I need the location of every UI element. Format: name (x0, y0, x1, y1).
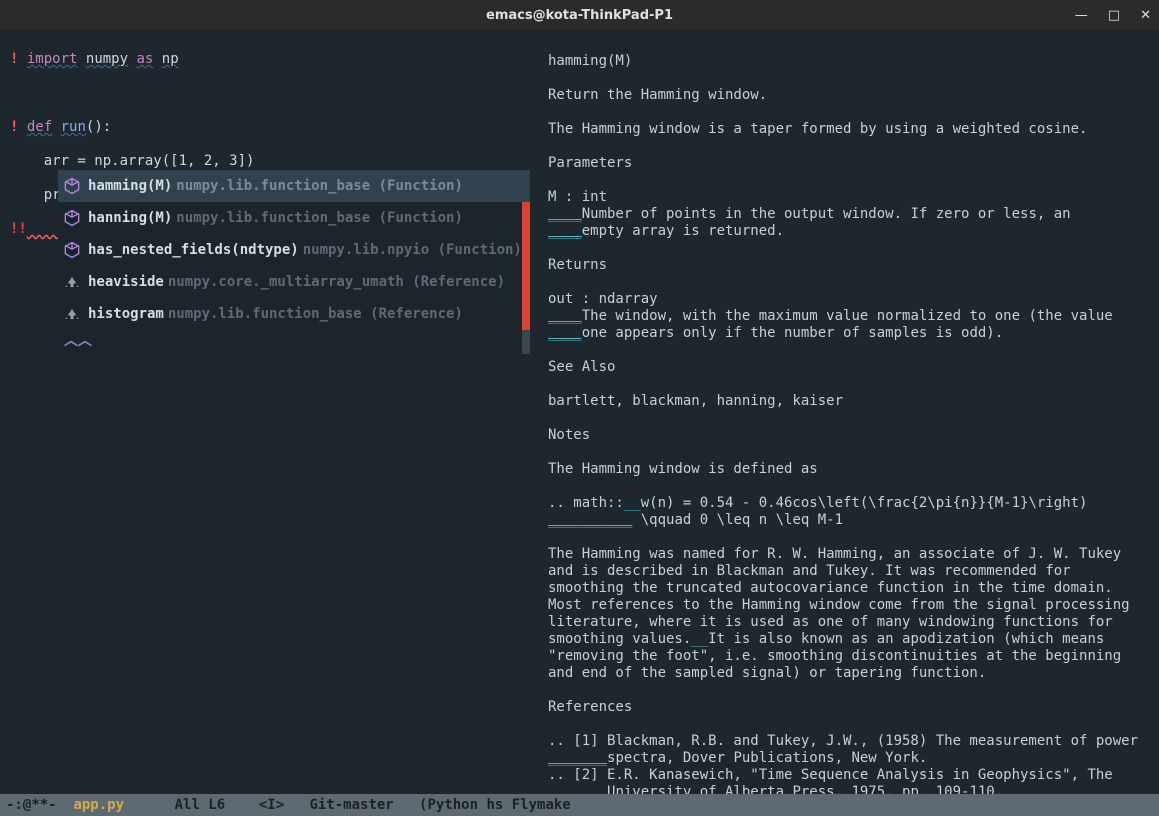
completion-source: numpy.lib.function_base (Function) (176, 178, 463, 194)
completion-label: has_nested_fields(ndtype) (88, 242, 299, 258)
doc-indent: _______ (548, 750, 607, 766)
paren: (): (86, 119, 111, 135)
doc-text: .. math:: (548, 495, 624, 511)
doc-text: Return the Hamming window. (548, 87, 767, 103)
doc-text: M : int (548, 189, 607, 205)
keyword-import: import (27, 51, 78, 67)
doc-text: \qquad 0 \leq n \leq M-1 (632, 512, 843, 528)
doc-indent: _______ (548, 784, 607, 794)
completion-item[interactable]: hanning(M) numpy.lib.function_base (Func… (58, 202, 530, 234)
completion-label: hamming(M) (88, 178, 172, 194)
completion-source: numpy.core._multiarray_umath (Reference) (168, 274, 505, 290)
doc-text: .. [2] E.R. Kanasewich, "Time Sequence A… (548, 767, 1113, 783)
doc-heading: Notes (548, 427, 590, 443)
completion-item[interactable]: hamming(M) numpy.lib.function_base (Func… (58, 170, 530, 202)
flycheck-warning-icon: ! (10, 119, 18, 135)
completion-source: numpy.lib.function_base (Reference) (168, 306, 463, 322)
doc-text: spectra, Dover Publications, New York. (607, 750, 927, 766)
doc-indent: __ (691, 631, 708, 647)
doc-text: University of Alberta Press, 1975, pp. 1… (607, 784, 1003, 794)
alias-name: np (162, 51, 179, 67)
modeline-filename: app.py (73, 797, 124, 813)
doc-text: w(n) = 0.54 - 0.46cos\left(\frac{2\pi{n}… (641, 495, 1088, 511)
doc-text: one appears only if the number of sample… (582, 325, 1003, 341)
function-icon (62, 240, 82, 260)
doc-heading: Returns (548, 257, 607, 273)
keyword-def: def (27, 119, 52, 135)
maximize-icon[interactable]: □ (1108, 8, 1120, 23)
reference-icon (62, 272, 82, 292)
doc-text: The Hamming window is a taper formed by … (548, 121, 1087, 137)
completion-item[interactable]: has_nested_fields(ndtype) numpy.lib.npyi… (58, 234, 530, 266)
doc-text: bartlett, blackman, hanning, kaiser (548, 393, 843, 409)
minimize-icon[interactable]: — (1075, 8, 1088, 23)
doc-indent: ____ (548, 206, 582, 222)
modeline-info: All L6 <I> Git-master (Python hs Flymake (124, 797, 571, 813)
doc-text: Number of points in the output window. I… (582, 206, 1071, 222)
module-name: numpy (86, 51, 128, 67)
code-line: arr = np.array([1, 2, 3]) (10, 153, 538, 170)
function-icon (62, 208, 82, 228)
completion-label: hanning(M) (88, 210, 172, 226)
close-icon[interactable]: ✕ (1140, 8, 1151, 23)
doc-heading: References (548, 699, 632, 715)
flycheck-error-icon: !! (10, 221, 27, 237)
doc-indent: ____ (548, 223, 582, 239)
completion-source: numpy.lib.npyio (Function) (303, 242, 522, 258)
doc-indent: __ (624, 495, 641, 511)
completion-source: numpy.lib.function_base (Function) (176, 210, 463, 226)
doc-pane[interactable]: hamming(M) Return the Hamming window. Th… (538, 30, 1159, 794)
window-title: emacs@kota-ThinkPad-P1 (486, 8, 673, 23)
modeline-status: -:@**- (6, 797, 73, 813)
completion-label: histogram (88, 306, 164, 322)
flycheck-warning-icon: ! (10, 51, 18, 67)
more-completions-icon[interactable]: ︿︿ (58, 330, 530, 354)
doc-text: The window, with the maximum value norma… (582, 308, 1113, 324)
completion-item[interactable]: histogram numpy.lib.function_base (Refer… (58, 298, 530, 330)
doc-text: The Hamming window is defined as (548, 461, 818, 477)
reference-icon (62, 304, 82, 324)
editor-workarea: ! import numpy as np ! def run(): arr = … (0, 30, 1159, 794)
doc-indent: ____ (548, 325, 582, 341)
completion-label: heaviside (88, 274, 164, 290)
function-name: run (61, 119, 86, 135)
error-underline (27, 221, 61, 237)
doc-indent: __________ (548, 512, 632, 528)
doc-text: out : ndarray (548, 291, 658, 307)
keyword-as: as (136, 51, 153, 67)
function-icon (62, 176, 82, 196)
completion-item[interactable]: heaviside numpy.core._multiarray_umath (… (58, 266, 530, 298)
code-pane[interactable]: ! import numpy as np ! def run(): arr = … (0, 30, 538, 794)
completion-popup[interactable]: hamming(M) numpy.lib.function_base (Func… (58, 170, 530, 354)
window-titlebar: emacs@kota-ThinkPad-P1 — □ ✕ (0, 0, 1159, 30)
doc-signature: hamming(M) (548, 53, 632, 69)
popup-scrollbar-track (522, 330, 530, 354)
doc-heading: See Also (548, 359, 615, 375)
doc-text: .. [1] Blackman, R.B. and Tukey, J.W., (… (548, 733, 1138, 749)
doc-text: empty array is returned. (582, 223, 784, 239)
doc-indent: ____ (548, 308, 582, 324)
doc-heading: Parameters (548, 155, 632, 171)
window-controls: — □ ✕ (1075, 0, 1151, 30)
mode-line[interactable]: -:@**- app.py All L6 <I> Git-master (Pyt… (0, 794, 1159, 816)
